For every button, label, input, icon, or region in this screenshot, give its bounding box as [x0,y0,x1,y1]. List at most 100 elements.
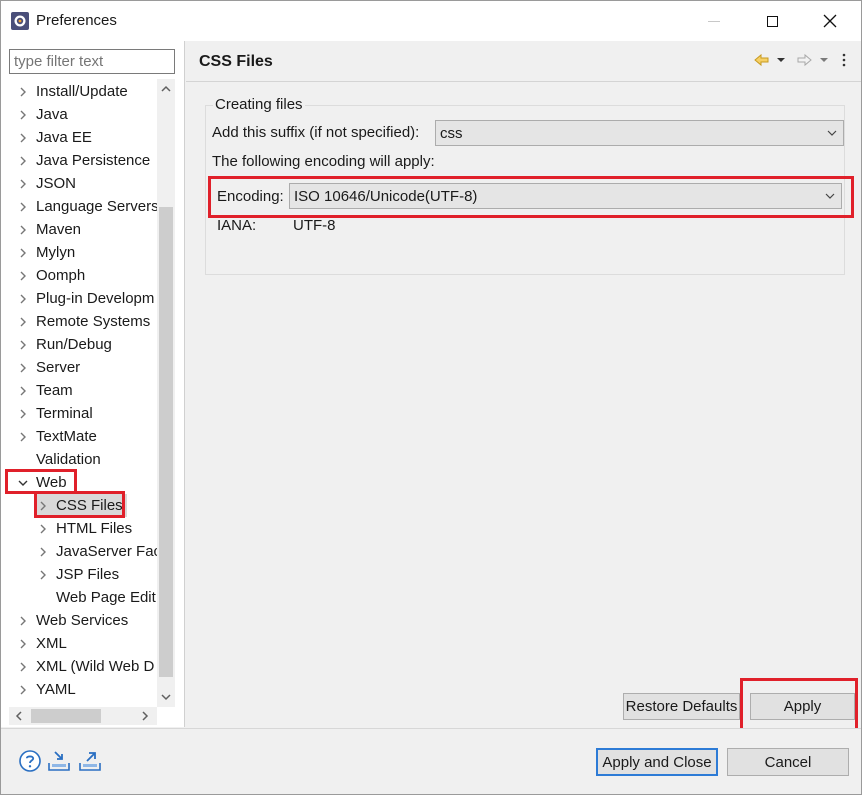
chevron-right-icon[interactable] [16,660,30,674]
maximize-icon [766,15,778,27]
chevron-right-icon[interactable] [16,338,30,352]
tree-item[interactable]: XML (Wild Web D [16,655,154,678]
group-label: Creating files [213,96,305,113]
chevron-right-icon[interactable] [16,85,30,99]
tree-item[interactable]: Web Services [16,609,128,632]
tree-item[interactable]: TextMate [16,425,97,448]
horizontal-scroll-thumb[interactable] [31,709,101,723]
tree-item[interactable]: Server [16,356,80,379]
tree-item[interactable]: Java Persistence [16,149,150,172]
forward-arrow-icon [797,53,828,67]
tree-item[interactable]: Validation [16,448,101,471]
tree-item-label: XML (Wild Web D [36,658,155,675]
tree-item[interactable]: YAML [16,678,76,701]
iana-value: UTF-8 [293,217,336,234]
chevron-right-icon[interactable] [36,522,50,536]
tree-item[interactable]: Web [16,471,67,494]
scroll-up-icon[interactable] [160,83,172,95]
scroll-down-icon[interactable] [160,691,172,703]
tree-item-label: Team [36,382,73,399]
scroll-left-icon[interactable] [13,710,25,722]
dialog-footer: Apply and Close Cancel [1,728,861,794]
tree-item[interactable]: CSS Files [36,494,127,517]
tree-item[interactable]: JavaServer Face [36,540,157,563]
vertical-scroll-thumb[interactable] [159,207,173,677]
encoding-value: ISO 10646/Unicode(UTF-8) [294,187,478,205]
tree-item-label: Web [36,474,67,491]
view-menu-button[interactable] [840,51,848,69]
tree-item-label: Language Servers [36,198,157,215]
scroll-right-icon[interactable] [139,710,151,722]
tree-horizontal-scrollbar[interactable] [9,707,157,725]
tree-item[interactable]: Plug-in Developm [16,287,154,310]
tree-item[interactable]: Terminal [16,402,93,425]
restore-defaults-button[interactable]: Restore Defaults [623,693,740,720]
close-button[interactable] [807,1,853,41]
tree-item-label: Java Persistence [36,152,151,169]
chevron-right-icon[interactable] [16,614,30,628]
chevron-right-icon[interactable] [16,154,30,168]
help-icon[interactable] [18,749,42,773]
preference-tree-pane: Install/Update Java Java EE Java Persistenc… [1,41,185,727]
chevron-right-icon[interactable] [16,269,30,283]
tree-item[interactable]: Remote Systems [16,310,150,333]
chevron-right-icon[interactable] [16,430,30,444]
tree-item[interactable]: XML [16,632,67,655]
tree-item[interactable]: JSON [16,172,76,195]
tree-item[interactable]: Java [16,103,68,126]
chevron-right-icon[interactable] [36,568,50,582]
tree-item-label: YAML [36,681,76,698]
tree-item[interactable]: Mylyn [16,241,75,264]
tree-item[interactable]: Run/Debug [16,333,112,356]
title-bar: Preferences [1,1,861,41]
tree-item-label: CSS Files [56,497,123,514]
tree-item[interactable]: Maven [16,218,81,241]
apply-button[interactable]: Apply [750,693,855,720]
chevron-right-icon[interactable] [36,499,50,513]
forward-button[interactable] [796,51,830,69]
filter-input[interactable] [9,49,175,74]
chevron-right-icon[interactable] [16,200,30,214]
chevron-right-icon[interactable] [16,315,30,329]
tree-item-label: Web Services [36,612,129,629]
tree-spacer [16,453,30,467]
apply-and-close-button[interactable]: Apply and Close [596,748,718,776]
tree-item[interactable]: Team [16,379,73,402]
tree-item[interactable]: Language Servers [16,195,157,218]
import-icon[interactable] [47,749,71,773]
chevron-right-icon[interactable] [16,246,30,260]
chevron-right-icon[interactable] [16,177,30,191]
preferences-window: Preferences Install/Update Java Java EE Jav… [0,0,862,795]
chevron-right-icon[interactable] [16,108,30,122]
tree-item[interactable]: HTML Files [36,517,132,540]
tree-item[interactable]: Oomph [16,264,85,287]
chevron-right-icon[interactable] [16,292,30,306]
chevron-down-icon[interactable] [16,476,30,490]
minimize-button[interactable] [691,1,737,41]
tree-item-label: Server [36,359,81,376]
tree-item-label: Maven [36,221,82,238]
tree-vertical-scrollbar[interactable] [157,79,175,707]
cancel-button[interactable]: Cancel [727,748,849,776]
tree-item[interactable]: JSP Files [36,563,119,586]
page-title: CSS Files [199,53,273,70]
tree-item[interactable]: Install/Update [16,80,128,103]
chevron-right-icon[interactable] [16,361,30,375]
maximize-button[interactable] [749,1,795,41]
encoding-combo[interactable]: ISO 10646/Unicode(UTF-8) [289,183,842,209]
tree-spacer [36,591,50,605]
window-title: Preferences [36,12,117,29]
tree-item[interactable]: Java EE [16,126,92,149]
chevron-right-icon[interactable] [16,384,30,398]
chevron-right-icon[interactable] [16,683,30,697]
export-icon[interactable] [78,749,102,773]
tree-item[interactable]: Web Page Edit [36,586,156,609]
chevron-right-icon[interactable] [16,131,30,145]
chevron-right-icon[interactable] [16,223,30,237]
back-button[interactable] [753,51,787,69]
chevron-right-icon[interactable] [36,545,50,559]
chevron-right-icon[interactable] [16,637,30,651]
tree-item-label: Mylyn [36,244,76,261]
chevron-right-icon[interactable] [16,407,30,421]
suffix-combo[interactable]: css [435,120,844,146]
